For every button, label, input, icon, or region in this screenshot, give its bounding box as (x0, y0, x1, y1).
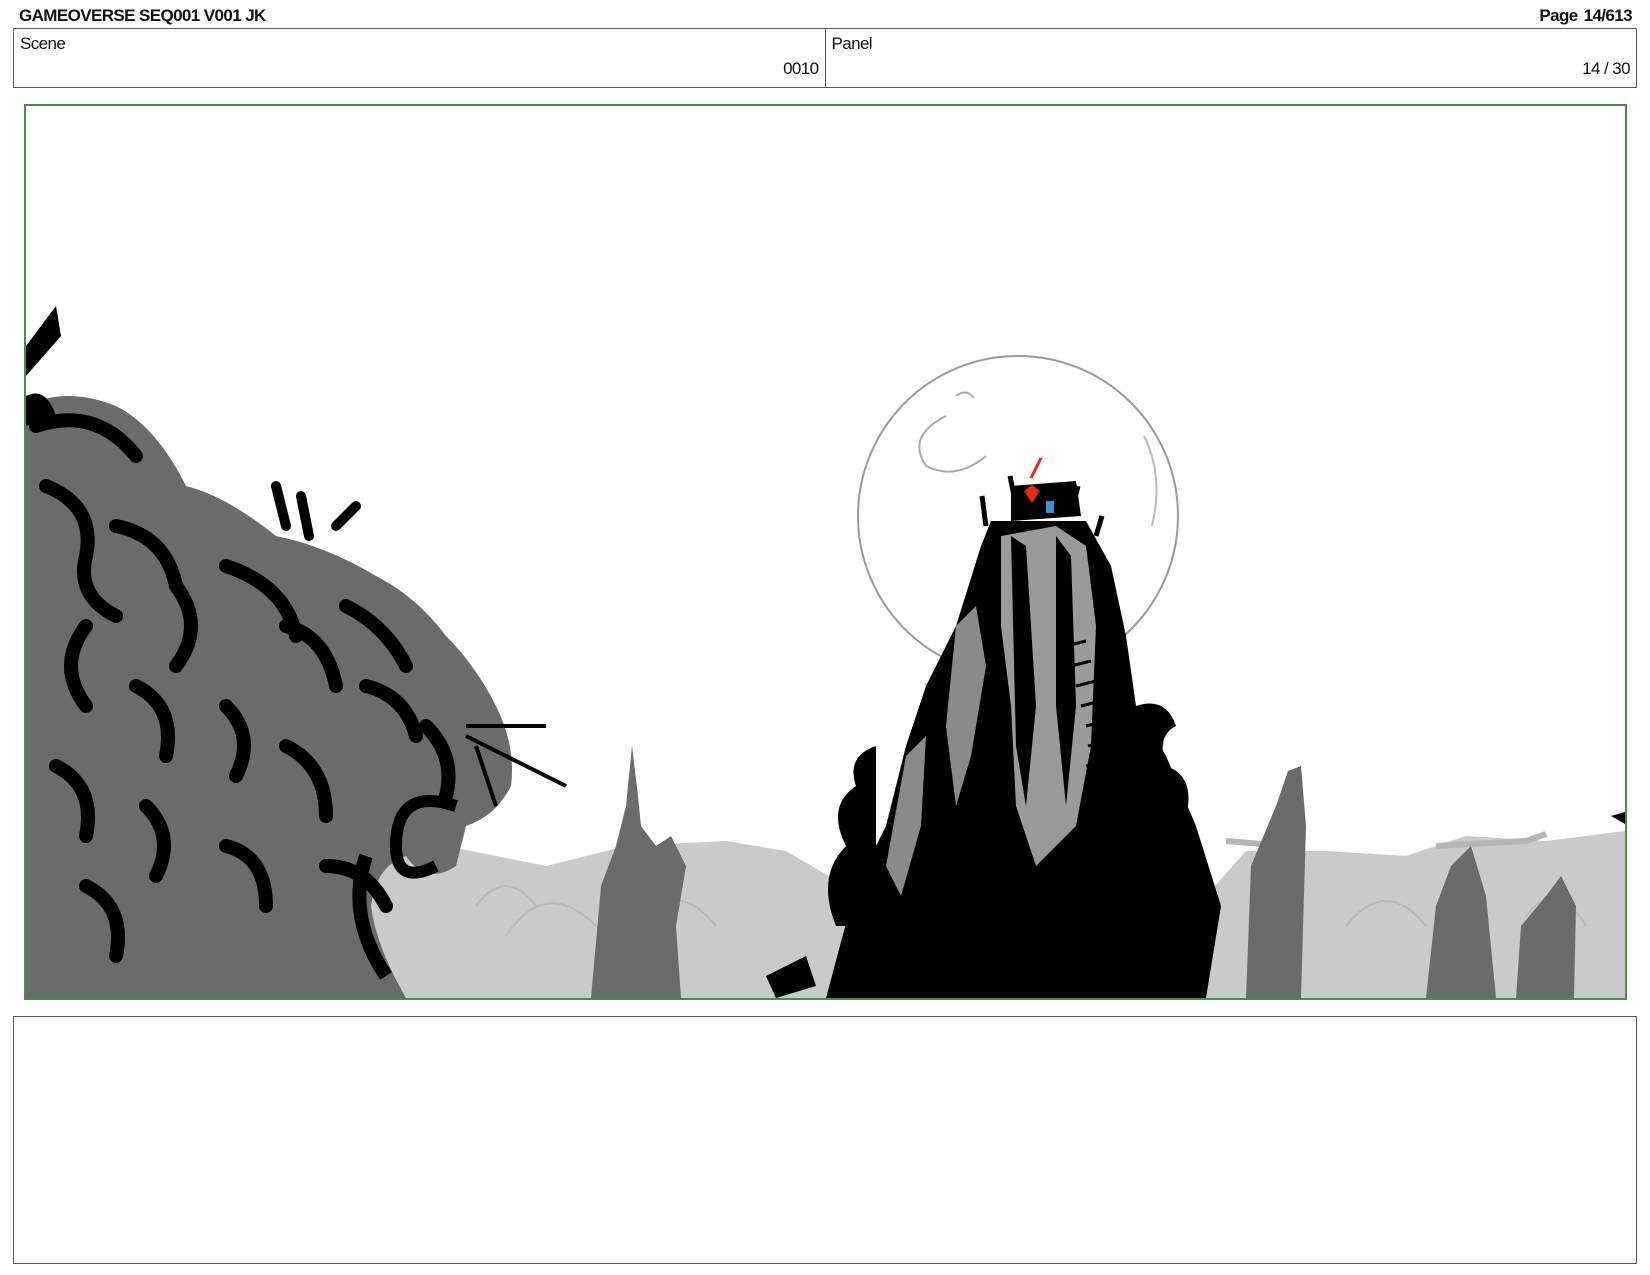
storyboard-frame (24, 104, 1627, 1000)
document-title: GAMEOVERSE SEQ001 V001 JK (19, 6, 266, 25)
scene-label: Scene (20, 34, 66, 53)
scene-cell: Scene 0010 (14, 29, 825, 87)
scene-panel-info: Scene 0010 Panel 14 / 30 (13, 28, 1637, 88)
page-value: 14/613 (1583, 6, 1633, 25)
figure-blue (1046, 501, 1054, 513)
scene-value: 0010 (783, 59, 819, 78)
page-label: Page (1539, 6, 1578, 25)
panel-value: 14 / 30 (1582, 59, 1630, 78)
notes-box (13, 1016, 1637, 1264)
storyboard-drawing (26, 106, 1625, 998)
page-number: Page 14/613 (1533, 6, 1632, 26)
panel-cell: Panel 14 / 30 (824, 29, 1637, 87)
panel-label: Panel (831, 34, 873, 53)
